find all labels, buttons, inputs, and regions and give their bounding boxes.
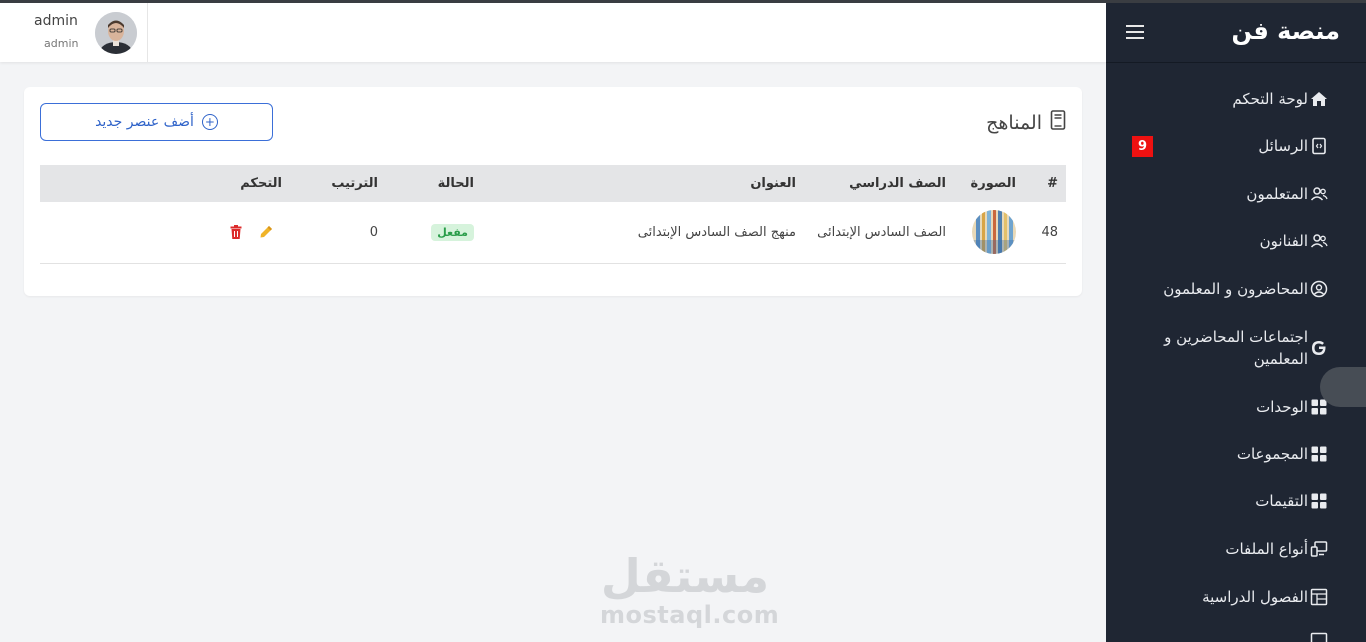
sidebar-item-meetings[interactable]: اجتماعات المحاضرين و المعلمين <box>1106 326 1366 370</box>
sidebar-item-artists[interactable]: الفنانون <box>1106 231 1366 251</box>
column-header: العنوان <box>750 176 796 191</box>
user-circle-icon <box>1310 280 1328 298</box>
curriculum-thumbnail <box>972 210 1016 255</box>
sidebar-item-label: الفنانون <box>1259 232 1308 250</box>
row-id: 48 <box>1041 224 1058 240</box>
brand-title: منصة فن <box>1231 17 1340 45</box>
table-header-row: # الصورة الصف الدراسي العنوان الحالة الت… <box>40 165 1066 202</box>
sidebar: منصة فن لوحة التحكم الرسائل 9 المتعلمون … <box>1106 3 1366 642</box>
layout-icon <box>1310 632 1328 642</box>
status-badge: مفعل <box>431 223 474 241</box>
message-code-icon <box>1310 137 1328 155</box>
sidebar-item-label: اجتماعات المحاضرين و المعلمين <box>1164 328 1308 368</box>
layout-icon <box>1310 588 1328 606</box>
page-title: المناهج <box>986 110 1066 135</box>
google-icon <box>1310 339 1328 357</box>
column-header: الصورة <box>970 176 1016 191</box>
sidebar-item-more[interactable] <box>1106 631 1366 642</box>
users-icon <box>1310 232 1328 250</box>
row-actions <box>48 224 282 240</box>
column-header: الترتيب <box>331 176 378 191</box>
hamburger-menu-icon[interactable] <box>1126 25 1144 39</box>
sidebar-item-label: الوحدات <box>1256 398 1308 416</box>
column-header: الحالة <box>437 176 474 191</box>
column-header: الصف الدراسي <box>849 176 946 191</box>
sidebar-item-lecturers[interactable]: المحاضرون و المعلمون <box>1106 279 1366 299</box>
column-header: التحكم <box>240 176 282 191</box>
sidebar-item-groups[interactable]: المجموعات <box>1106 444 1366 464</box>
curricula-table: # الصورة الصف الدراسي العنوان الحالة الت… <box>40 165 1066 264</box>
sidebar-item-label: التقيمات <box>1255 492 1308 510</box>
avatar[interactable] <box>95 12 137 54</box>
add-item-label: أضف عنصر جديد <box>95 114 194 130</box>
sidebar-item-label: الفصول الدراسية <box>1202 588 1308 606</box>
sidebar-item-learners[interactable]: المتعلمون <box>1106 184 1366 204</box>
sidebar-item-label: المحاضرون و المعلمون <box>1163 280 1308 298</box>
plus-circle-icon: + <box>201 114 218 130</box>
grid-icon <box>1310 445 1328 463</box>
book-icon <box>1050 110 1066 135</box>
delete-trash-icon[interactable] <box>228 224 244 240</box>
devices-icon <box>1310 540 1328 558</box>
watermark-arabic: مستقل <box>600 549 770 603</box>
unread-count-badge: 9 <box>1132 135 1153 157</box>
row-title: منهج الصف السادس الإبتدائى <box>637 224 796 240</box>
top-header: admin admin <box>0 3 1106 62</box>
sidebar-item-label: المتعلمون <box>1246 185 1308 203</box>
users-icon <box>1310 185 1328 203</box>
user-menu[interactable]: admin admin <box>0 3 148 62</box>
sidebar-item-label: المجموعات <box>1236 445 1308 463</box>
grid-icon <box>1310 492 1328 510</box>
user-name: admin <box>34 13 78 29</box>
page-title-text: المناهج <box>986 111 1042 134</box>
edit-pencil-icon[interactable] <box>258 224 274 240</box>
brand-bar: منصة فن <box>1106 3 1366 63</box>
sidebar-scroll-handle[interactable] <box>1320 367 1366 407</box>
curricula-card: المناهج + أضف عنصر جديد # الصورة الصف ال… <box>24 87 1082 296</box>
row-order: 0 <box>369 224 378 240</box>
row-grade: الصف السادس الإبتدائى <box>817 224 946 240</box>
top-accent-line <box>0 0 1366 3</box>
home-icon <box>1310 90 1328 108</box>
sidebar-item-label: الرسائل <box>1258 137 1308 155</box>
sidebar-item-dashboard[interactable]: لوحة التحكم <box>1106 89 1366 109</box>
user-role: admin <box>44 37 79 50</box>
sidebar-item-ratings[interactable]: التقيمات <box>1106 491 1366 511</box>
sidebar-item-label: أنواع الملفات <box>1225 540 1308 558</box>
sidebar-item-messages[interactable]: الرسائل 9 <box>1106 135 1366 157</box>
sidebar-item-label: لوحة التحكم <box>1232 90 1308 108</box>
table-row: 48 الصف السادس الإبتدائى منهج الصف الساد… <box>40 202 1066 263</box>
sidebar-item-file-types[interactable]: أنواع الملفات <box>1106 539 1366 559</box>
watermark-latin: mostaql.com <box>600 601 780 629</box>
column-header: # <box>1047 176 1058 191</box>
watermark: مستقل mostaql.com <box>600 549 780 629</box>
sidebar-item-classrooms[interactable]: الفصول الدراسية <box>1106 587 1366 607</box>
add-item-button[interactable]: + أضف عنصر جديد <box>40 103 273 141</box>
